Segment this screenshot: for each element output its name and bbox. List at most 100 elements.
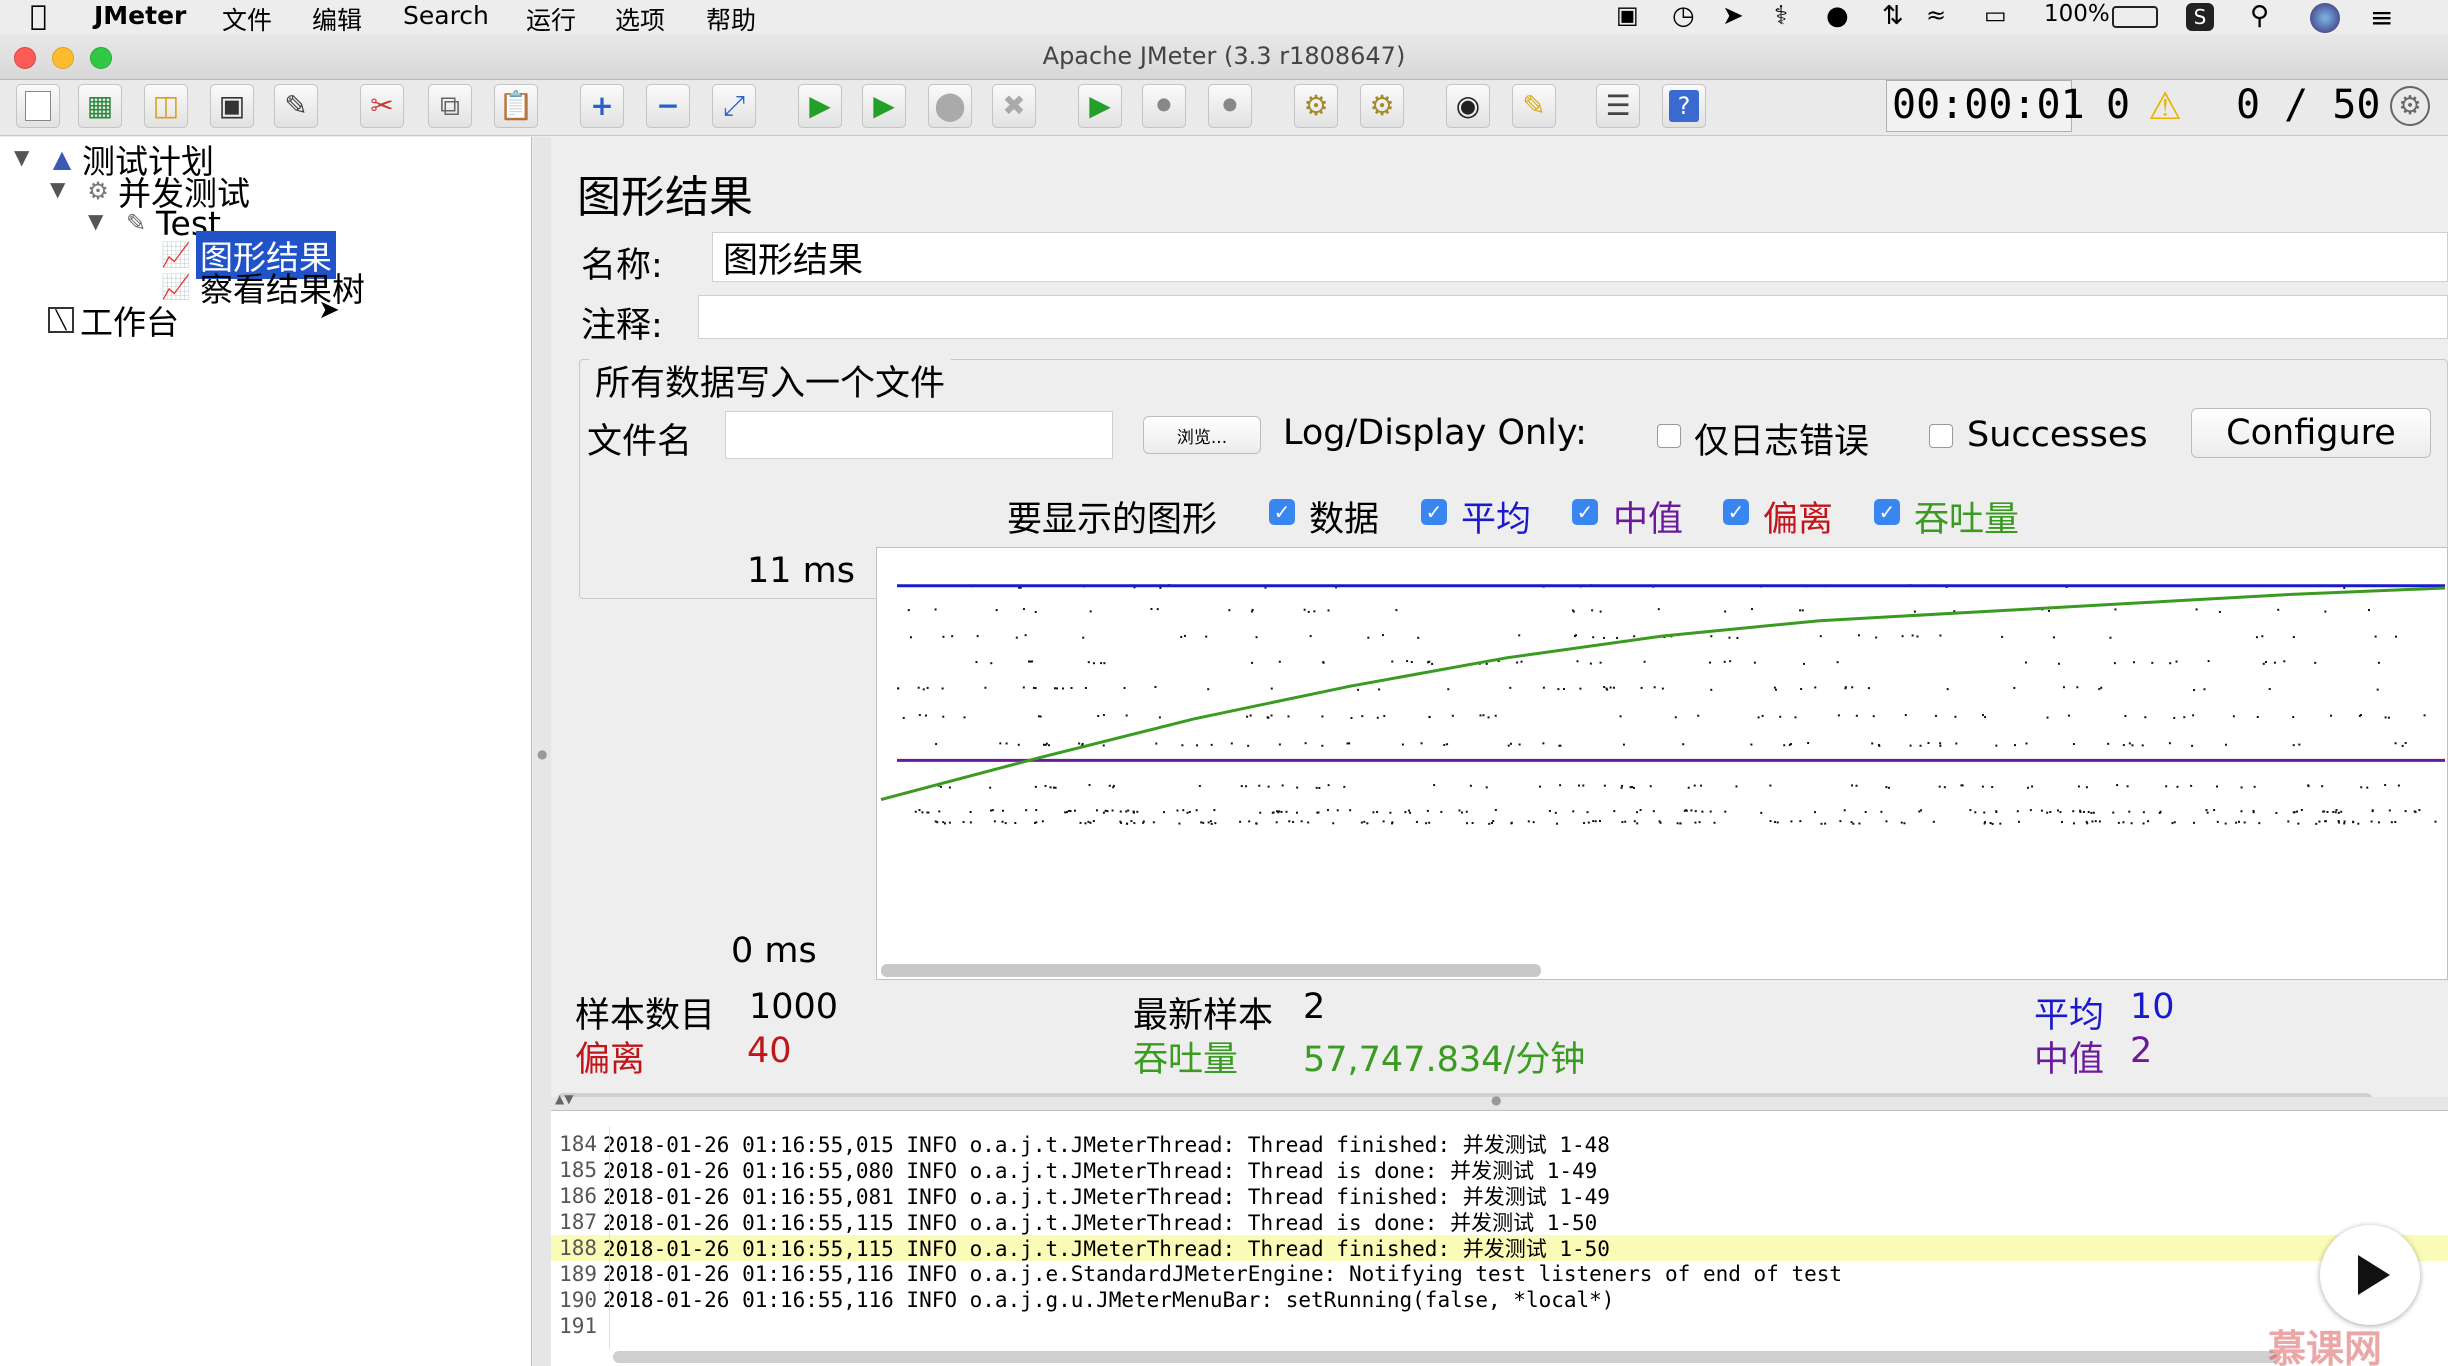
remote-status-icon[interactable]: ⚙ xyxy=(2390,86,2430,126)
log-line-highlighted: 188 2018-01-26 01:16:55,115 INFO o.a.j.t.… xyxy=(551,1235,2448,1261)
comment-field[interactable] xyxy=(698,295,2448,339)
data-point xyxy=(1183,634,1186,637)
tree-item-label: 工作台 xyxy=(80,303,179,342)
data-point xyxy=(1622,743,1625,746)
data-point xyxy=(1871,742,1874,745)
battery-icon[interactable] xyxy=(2112,6,2158,28)
expand-triangle-icon[interactable]: ▼ xyxy=(14,145,29,169)
collapse-all-icon[interactable]: − xyxy=(646,84,690,128)
copy-icon[interactable]: ⧉ xyxy=(428,84,472,128)
data-point xyxy=(1079,821,1082,824)
errors-only-checkbox[interactable] xyxy=(1657,424,1681,448)
data-point xyxy=(2218,610,2221,613)
start-icon[interactable]: ▶ xyxy=(798,84,842,128)
data-point xyxy=(999,742,1002,745)
data-point xyxy=(1576,660,1579,663)
data-point xyxy=(1202,821,1205,824)
wifi-icon[interactable]: ≈ xyxy=(1926,1,1946,29)
menu-file[interactable]: 文件 xyxy=(222,1,272,37)
name-field[interactable]: 图形结果 xyxy=(712,232,2448,282)
antenna-status-icon[interactable]: ⚕ xyxy=(1774,1,1788,31)
data-checkbox[interactable]: ✓ xyxy=(1269,499,1295,525)
clock-status-icon[interactable]: ◷ xyxy=(1672,1,1695,31)
updown-status-icon[interactable]: ⇅ xyxy=(1882,1,1904,31)
spotlight-search-icon[interactable]: ⚲ xyxy=(2250,1,2269,31)
data-point xyxy=(2292,636,2295,639)
data-point xyxy=(2224,822,2227,825)
remote-stop-icon[interactable]: ⚫ xyxy=(1142,84,1186,128)
successes-checkbox[interactable] xyxy=(1929,424,1953,448)
clear-all-icon[interactable]: ⚙ xyxy=(1360,84,1404,128)
cut-icon[interactable]: ✂ xyxy=(360,84,404,128)
tree-item-workbench[interactable]: ╲ 工作台 xyxy=(48,303,179,342)
menu-search[interactable]: Search xyxy=(403,1,489,30)
menu-options[interactable]: 选项 xyxy=(615,1,665,37)
data-point xyxy=(1620,786,1623,789)
browse-button[interactable]: 浏览... xyxy=(1143,416,1261,454)
expand-triangle-icon[interactable]: ▼ xyxy=(88,209,103,233)
throughput-checkbox[interactable]: ✓ xyxy=(1874,499,1900,525)
siri-icon[interactable] xyxy=(2310,3,2340,33)
data-point xyxy=(1152,821,1155,824)
s-app-status-icon[interactable]: S xyxy=(2186,3,2214,31)
templates-icon[interactable]: ▦ xyxy=(78,84,122,128)
data-point xyxy=(1527,820,1530,823)
reset-search-icon[interactable]: ✎ xyxy=(1512,84,1556,128)
data-point xyxy=(1035,809,1038,812)
toggle-icon[interactable]: ⤢ xyxy=(712,84,756,128)
split-arrows-icon[interactable]: ▲▼ xyxy=(555,1092,573,1106)
app-menu-name[interactable]: JMeter xyxy=(94,1,186,30)
data-point xyxy=(1485,786,1488,789)
help-icon[interactable]: ? xyxy=(1662,84,1706,128)
graph-horizontal-scrollbar[interactable] xyxy=(881,964,1541,977)
start-no-pauses-icon[interactable]: ▶ xyxy=(862,84,906,128)
data-point xyxy=(2017,820,2020,823)
send-status-icon[interactable]: ➤ xyxy=(1722,1,1744,31)
paste-icon[interactable]: 📋 xyxy=(494,84,538,128)
camera-status-icon[interactable]: ▣ xyxy=(1616,1,1639,29)
apple-logo-icon[interactable]:  xyxy=(30,0,47,32)
stop-icon[interactable]: ⬤ xyxy=(928,84,972,128)
main-toolbar: ▦ ◫ ▣ ✎ ✂ ⧉ 📋 + − ⤢ ▶ ▶ ⬤ ✖ ▶ ⚫ ⚫ ⚙ ⚙ ◉ … xyxy=(0,80,2448,136)
shutdown-icon[interactable]: ✖ xyxy=(992,84,1036,128)
expand-all-icon[interactable]: + xyxy=(580,84,624,128)
clear-icon[interactable]: ⚙ xyxy=(1294,84,1338,128)
log-split-divider[interactable]: ▲▼ ● xyxy=(551,1092,2448,1110)
log-horizontal-scrollbar[interactable] xyxy=(613,1351,2277,1363)
warning-triangle-icon[interactable]: ⚠ xyxy=(2148,84,2182,128)
menu-run[interactable]: 运行 xyxy=(526,1,576,37)
filename-field[interactable] xyxy=(725,411,1113,459)
log-viewer[interactable]: 184 2018-01-26 01:16:55,015 INFO o.a.j.t.… xyxy=(551,1110,2448,1366)
open-folder-icon[interactable]: ◫ xyxy=(144,84,188,128)
qq-status-icon[interactable]: ● xyxy=(1826,1,1849,31)
split-pane-divider[interactable]: ● xyxy=(533,137,551,1366)
remote-exit-icon[interactable]: ⚫ xyxy=(1208,84,1252,128)
data-point xyxy=(1885,786,1888,789)
configure-button[interactable]: Configure xyxy=(2191,408,2431,458)
airplay-icon[interactable]: ▭ xyxy=(1984,1,2007,29)
new-icon[interactable] xyxy=(16,84,60,128)
deviation-checkbox[interactable]: ✓ xyxy=(1723,499,1749,525)
data-point xyxy=(1592,636,1595,639)
save-as-edit-icon[interactable]: ✎ xyxy=(274,84,318,128)
video-play-button[interactable] xyxy=(2320,1225,2420,1325)
expand-triangle-icon[interactable]: ▼ xyxy=(50,177,65,201)
average-checkbox[interactable]: ✓ xyxy=(1421,499,1447,525)
data-point xyxy=(1188,810,1191,813)
function-helper-icon[interactable]: ☰ xyxy=(1596,84,1640,128)
data-point xyxy=(1106,810,1109,813)
data-point xyxy=(1509,742,1512,745)
data-point xyxy=(2171,822,2174,825)
data-point xyxy=(1034,785,1037,788)
menu-edit[interactable]: 编辑 xyxy=(312,1,362,37)
data-point xyxy=(1904,714,1907,717)
menu-help[interactable]: 帮助 xyxy=(706,1,756,37)
remote-start-icon[interactable]: ▶ xyxy=(1078,84,1122,128)
search-binoculars-icon[interactable]: ◉ xyxy=(1446,84,1490,128)
median-checkbox[interactable]: ✓ xyxy=(1572,499,1598,525)
data-point xyxy=(1984,716,1987,719)
save-icon[interactable]: ▣ xyxy=(210,84,254,128)
notification-center-icon[interactable]: ≡ xyxy=(2370,1,2393,34)
data-point xyxy=(2423,714,2426,717)
data-point xyxy=(2193,688,2196,691)
